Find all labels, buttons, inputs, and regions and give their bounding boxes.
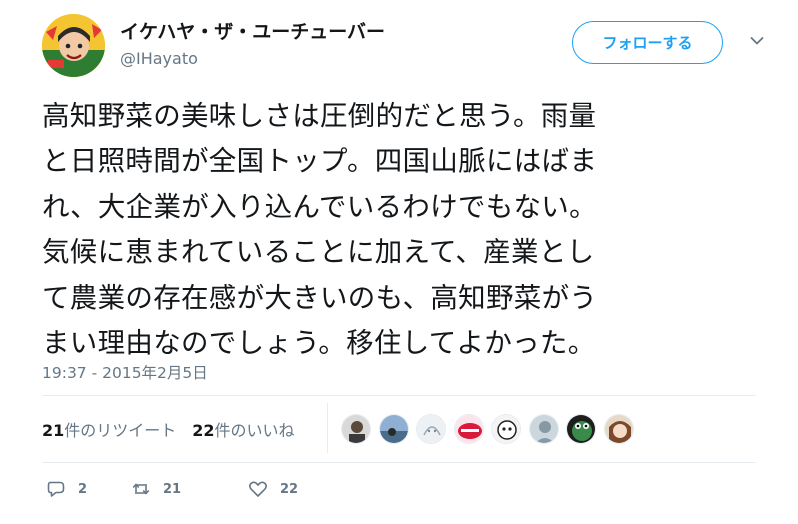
reply-count: 2: [78, 481, 88, 497]
tweet-text-line: と日照時間が全国トップ。四国山脈にはばま: [42, 145, 598, 178]
retweet-icon: [132, 483, 150, 495]
liker-avatar[interactable]: [378, 414, 409, 444]
tweet-text-line: て農業の存在感が大きいのも、高知野菜がう: [42, 281, 598, 314]
tweet-text-line: 高知野菜の美味しさは圧倒的だと思う。雨量: [42, 100, 597, 132]
liker-avatars: [341, 414, 641, 444]
tweet-text-line: れ、大企業が入り込んでいるわけでもない。: [42, 190, 597, 223]
tweet-stats: 21件のリツイート 22件のいいね: [42, 395, 295, 462]
liker-avatar[interactable]: [603, 414, 634, 444]
retweet-count: 21: [42, 420, 65, 440]
heart-icon: [249, 481, 267, 497]
stats-separator: [327, 403, 328, 453]
like-count: 22: [192, 420, 215, 440]
tweet-actions: 2 21 22: [46, 479, 298, 499]
tweet-text-line: 気候に恵まれていることに加えて、産業とし: [42, 236, 595, 269]
reply-icon: [47, 481, 65, 497]
liker-avatar[interactable]: [453, 414, 484, 444]
tweet-text-line: まい理由なのでしょう。移住してよかった。: [42, 327, 596, 360]
tweet-timestamp[interactable]: 19:37 - 2015年2月5日: [42, 361, 208, 383]
author-name[interactable]: イケハヤ・ザ・ユーチューバー: [120, 17, 385, 44]
like-button[interactable]: 22: [248, 479, 298, 499]
reply-button[interactable]: 2: [46, 479, 131, 499]
like-action-count: 22: [280, 481, 299, 497]
retweet-action-count: 21: [163, 481, 182, 497]
liker-avatar[interactable]: [341, 414, 371, 444]
chevron-down-icon[interactable]: [750, 36, 764, 46]
like-count-label: 件のいいね: [214, 420, 295, 440]
liker-avatar[interactable]: [566, 414, 596, 444]
follow-button[interactable]: フォローする: [572, 21, 723, 64]
retweet-count-stat[interactable]: 21件のリツイート: [42, 417, 176, 441]
divider: [42, 462, 756, 463]
retweet-button[interactable]: 21: [131, 479, 248, 499]
retweet-count-label: 件のリツイート: [64, 420, 177, 440]
author-avatar[interactable]: [42, 14, 105, 77]
liker-avatar[interactable]: [491, 414, 521, 444]
author-handle[interactable]: @IHayato: [120, 49, 198, 68]
liker-avatar[interactable]: [416, 414, 446, 444]
like-count-stat[interactable]: 22件のいいね: [192, 417, 294, 441]
liker-avatar[interactable]: [528, 414, 559, 444]
tweet-text: 高知野菜の美味しさは圧倒的だと思う。雨量 と日照時間が全国トップ。四国山脈にはば…: [42, 94, 762, 366]
